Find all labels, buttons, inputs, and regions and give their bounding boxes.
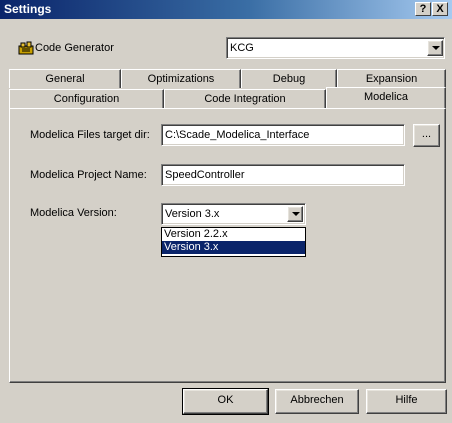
tab-optimizations[interactable]: Optimizations [121, 69, 241, 88]
target-dir-input[interactable]: C:\Scade_Modelica_Interface [161, 124, 405, 146]
tab-expansion[interactable]: Expansion [337, 69, 446, 88]
code-generator-label: Code Generator [35, 42, 114, 54]
help-button[interactable]: Hilfe [366, 389, 447, 414]
chevron-down-icon[interactable] [287, 206, 303, 222]
version-label: Modelica Version: [30, 207, 117, 219]
version-option-2-2-x[interactable]: Version 2.2.x [162, 228, 305, 241]
version-select[interactable]: Version 3.x [161, 203, 306, 225]
cancel-button[interactable]: Abbrechen [275, 389, 359, 414]
tab-code-integration[interactable]: Code Integration [164, 89, 326, 108]
tab-configuration[interactable]: Configuration [9, 89, 164, 108]
chevron-down-icon[interactable] [427, 40, 443, 56]
help-question-button[interactable]: ? [415, 2, 431, 16]
project-name-input[interactable]: SpeedController [161, 164, 405, 186]
version-option-3-x[interactable]: Version 3.x [162, 241, 305, 254]
code-generator-select[interactable]: KCG [226, 37, 445, 59]
tab-general[interactable]: General [9, 69, 121, 88]
code-generator-icon [18, 41, 34, 55]
project-name-label: Modelica Project Name: [30, 169, 147, 181]
ok-button[interactable]: OK [182, 388, 269, 415]
browse-button[interactable]: ... [413, 124, 440, 147]
target-dir-label: Modelica Files target dir: [30, 129, 150, 141]
tab-modelica[interactable]: Modelica [326, 87, 446, 108]
title-bar[interactable] [0, 0, 452, 19]
close-button[interactable]: X [432, 2, 448, 16]
version-dropdown-list: Version 2.2.x Version 3.x [161, 227, 306, 257]
tab-debug[interactable]: Debug [241, 69, 337, 88]
version-value: Version 3.x [165, 208, 220, 220]
window-title: Settings [4, 2, 52, 16]
code-generator-value: KCG [230, 42, 254, 54]
